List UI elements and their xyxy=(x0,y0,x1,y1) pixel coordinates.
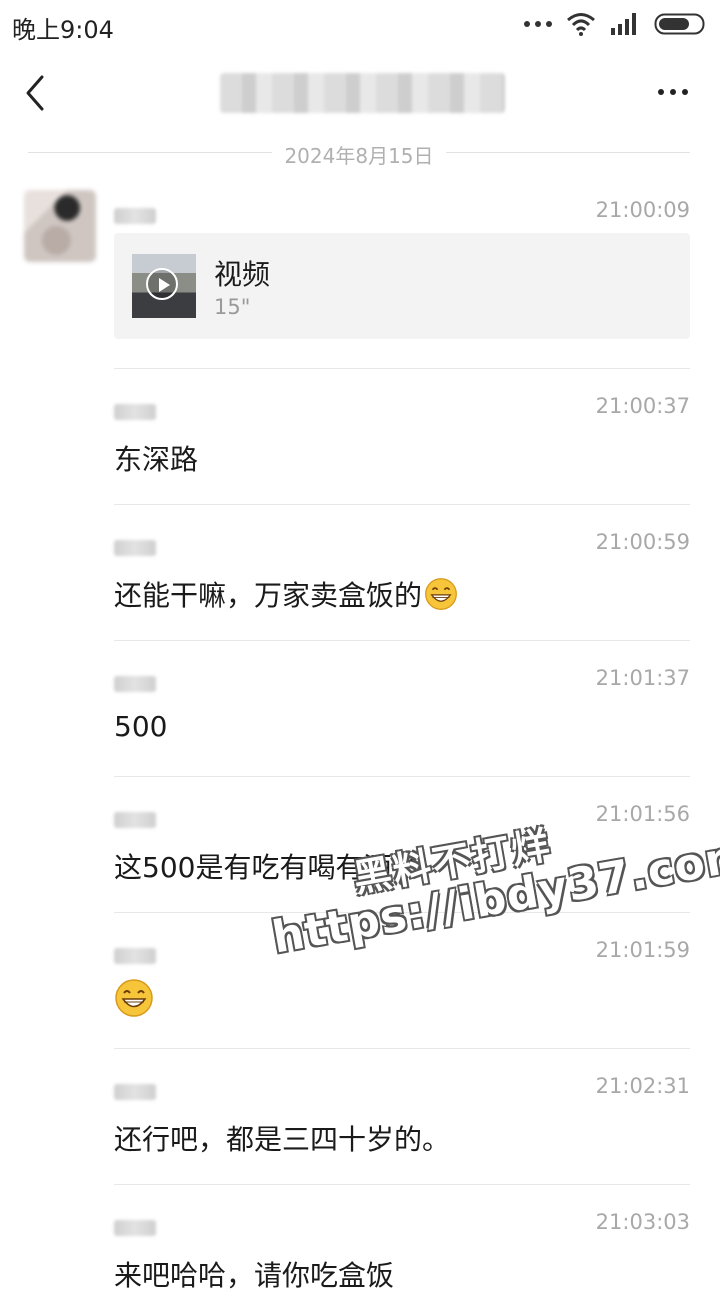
back-arrow-icon[interactable] xyxy=(20,73,50,113)
battery-icon xyxy=(654,13,705,35)
message-divider xyxy=(114,912,690,913)
message-time: 21:02:31 xyxy=(595,1074,690,1098)
message-text: 还行吧，都是三四十岁的。 xyxy=(114,1123,451,1156)
status-bar: 晚上9:04 xyxy=(0,0,720,50)
watermark: 黑料不打烊 https://ibdy37.com xyxy=(260,798,720,1012)
message-divider xyxy=(114,1184,690,1185)
more-dots-icon xyxy=(524,21,552,27)
message-text: 东深路 xyxy=(114,443,199,476)
sender-name-blurred xyxy=(114,1084,156,1100)
sender-name-blurred xyxy=(114,812,156,828)
grinning-face-emoji-icon xyxy=(425,578,457,610)
message-divider xyxy=(114,368,690,369)
status-icons xyxy=(524,12,708,36)
message-divider xyxy=(114,504,690,505)
message-time: 21:01:56 xyxy=(595,802,690,826)
message-text: 这500是有吃有喝有酒了 xyxy=(114,851,420,884)
sender-name-blurred xyxy=(114,676,156,692)
grinning-face-emoji-icon xyxy=(115,979,153,1017)
signal-icon xyxy=(611,13,636,35)
message-time: 21:03:03 xyxy=(595,1210,690,1234)
message-time: 21:01:59 xyxy=(595,938,690,962)
sender-name-blurred xyxy=(114,948,156,964)
sender-name-blurred xyxy=(114,540,156,556)
more-options-icon[interactable] xyxy=(658,89,688,95)
message-content: 还能干嘛，万家卖盒饭的 xyxy=(114,574,458,614)
video-duration: 15" xyxy=(214,295,251,319)
video-thumbnail[interactable] xyxy=(132,254,196,318)
video-label: 视频 xyxy=(214,258,271,291)
message-time: 21:00:59 xyxy=(595,530,690,554)
message-time: 21:00:09 xyxy=(595,198,690,222)
nav-bar xyxy=(0,55,720,130)
message-divider xyxy=(114,1048,690,1049)
wifi-icon xyxy=(567,13,595,36)
video-message-card[interactable]: 视频 15" xyxy=(114,233,690,339)
date-label: 2024年8月15日 xyxy=(284,144,434,168)
sender-name-blurred xyxy=(114,208,156,224)
play-icon xyxy=(146,268,178,300)
message-time: 21:01:37 xyxy=(595,666,690,690)
status-time: 晚上9:04 xyxy=(12,16,114,44)
message-divider xyxy=(114,776,690,777)
avatar[interactable] xyxy=(24,190,96,262)
chat-title-blurred xyxy=(220,73,505,113)
message-text: 500 xyxy=(114,710,168,743)
message-text: 还能干嘛，万家卖盒饭的 xyxy=(114,579,423,612)
sender-name-blurred xyxy=(114,404,156,420)
sender-name-blurred xyxy=(114,1220,156,1236)
message-time: 21:00:37 xyxy=(595,394,690,418)
message-divider xyxy=(114,640,690,641)
date-divider: 2024年8月15日 xyxy=(28,140,690,168)
message-text: 来吧哈哈，请你吃盒饭 xyxy=(114,1259,395,1292)
